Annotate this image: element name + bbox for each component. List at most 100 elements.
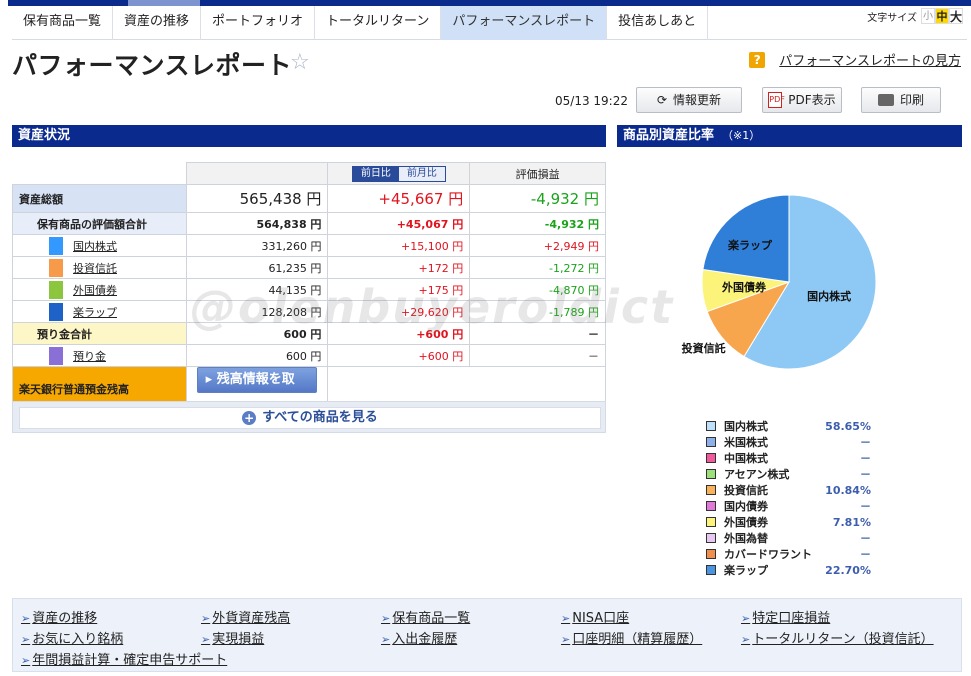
refresh-icon: ⟳ [656,93,668,107]
update-timestamp: 05/13 19:22 [555,94,628,108]
tab-portfolio[interactable]: ポートフォリオ [201,6,316,40]
legend-item: 楽ラップ 22.70% [706,562,871,578]
tab-fund-history[interactable]: 投信あしあと [607,6,709,40]
legend-value: 10.84% [825,483,871,497]
legend-swatch [706,453,716,463]
link-foreign-assets[interactable]: ➢ 外貨資産残高 [201,607,290,626]
item-value: 128,208 円 [185,300,329,323]
pie-label-investment-trust: 投資信託 [681,342,726,356]
table-corner [13,163,187,185]
tab-asset-history[interactable]: 資産の推移 [113,6,202,40]
pdf-icon: PDF [768,92,785,108]
get-balance-button[interactable]: ▸ 残高情報を取得 [196,367,318,411]
item-value: 44,135 円 [185,278,329,301]
font-size-large-button[interactable]: 大 [949,8,963,24]
item-link[interactable]: 外国債券 [73,284,117,297]
item-label: 投資信託 [12,256,187,279]
font-size-medium-button[interactable]: 中 [935,8,949,24]
compare-month-button[interactable]: 前月比 [398,166,445,181]
link-favorites[interactable]: ➢ お気に入り銘柄 [21,628,123,647]
legend-name: 国内株式 [724,420,768,433]
item-swatch [49,236,63,255]
legend-item: カバードワラント － [706,546,871,562]
legend-swatch [706,485,716,495]
legend-swatch [706,501,716,511]
legend-value: － [860,468,871,481]
cash-total-label: 預り金合計 [12,322,187,345]
link-nisa[interactable]: ➢ NISA口座 [561,607,629,626]
legend-swatch [706,533,716,543]
bottom-links: ➢ 資産の推移 ➢ 外貨資産残高 ➢ 保有商品一覧 ➢ NISA口座 ➢ 特定口座損益 ➢… [12,598,962,672]
holdings-total-gain: -4,932 円 [469,212,606,235]
link-total-return-fund[interactable]: ➢ トータルリターン（投資信託） [741,628,934,647]
item-label: 国内株式 [12,234,187,257]
item-change: +175 円 [327,278,471,301]
value-header [185,162,329,185]
legend-name: アセアン株式 [724,468,790,481]
legend-name: 投資信託 [724,484,768,497]
legend-item: 外国債券 7.81% [706,514,871,530]
pie-label-foreign-bond: 外国債券 [722,280,767,294]
link-deposit-history[interactable]: ➢ 入出金履歴 [381,628,457,647]
holdings-total-change: +45,067 円 [327,212,471,235]
refresh-button[interactable]: ⟳ 情報更新 [636,87,742,113]
item-change: +600 円 [327,344,471,367]
item-link[interactable]: 国内株式 [73,240,117,253]
link-tax-support[interactable]: ➢ 年間損益計算・確定申告サポート [21,649,227,668]
tab-performance-report[interactable]: パフォーマンスレポート [441,6,608,40]
holdings-total-value: 564,838 円 [185,212,329,235]
item-swatch [49,302,63,321]
font-size-control: 文字サイズ 小 中 大 [867,8,963,24]
item-link[interactable]: 投資信託 [73,262,117,275]
compare-day-button[interactable]: 前日比 [352,166,399,181]
legend-value: 58.65% [825,419,871,433]
tab-holdings[interactable]: 保有商品一覧 [12,6,114,40]
cash-total-gain: － [469,322,606,345]
cash-total-change: +600 円 [327,322,471,345]
pie-label-rakuwrap: 楽ラップ [727,238,772,252]
pie-svg [701,194,877,370]
asset-ratio-pie-chart: 国内株式 投資信託 外国債券 楽ラップ [617,180,962,410]
see-all-button[interactable]: + すべての商品を見る [19,407,601,429]
item-gain: － [469,344,606,367]
item-change: +15,100 円 [327,234,471,257]
favorite-star-icon[interactable]: ☆ [290,50,310,75]
legend-value: － [860,500,871,513]
eval-gain-header: 評価損益 [469,162,606,185]
link-realized-gain[interactable]: ➢ 実現損益 [201,628,264,647]
tab-total-return[interactable]: トータルリターン [315,6,442,40]
legend-name: 外国為替 [724,532,768,545]
asset-status-header: 資産状況 [12,125,606,147]
legend-value: － [860,452,871,465]
legend-item: 中国株式 － [706,450,871,466]
table-row: 投資信託 61,235 円 +172 円 -1,272 円 [12,256,606,279]
legend-swatch [706,437,716,447]
font-size-label: 文字サイズ [867,12,917,24]
legend-swatch [706,517,716,527]
item-value: 331,260 円 [185,234,329,257]
holdings-total-label: 保有商品の評価額合計 [12,212,187,235]
link-specific-account[interactable]: ➢ 特定口座損益 [741,607,830,626]
item-gain: +2,949 円 [469,234,606,257]
item-link[interactable]: 楽ラップ [73,306,117,319]
pie-label-domestic-stock: 国内株式 [807,289,852,303]
see-all-bar: + すべての商品を見る [12,401,606,433]
pdf-button[interactable]: PDF PDF表示 [762,87,842,113]
item-swatch [49,346,63,365]
help-area: ? パフォーマンスレポートの見方 [749,50,961,69]
print-button[interactable]: 印刷 [861,87,941,113]
link-account-statement[interactable]: ➢ 口座明細（精算履歴） [561,628,702,647]
item-value: 600 円 [185,344,329,367]
table-row: 保有商品の評価額合計 564,838 円 +45,067 円 -4,932 円 [12,212,606,235]
item-link[interactable]: 預り金 [73,350,106,363]
legend-value: － [860,548,871,561]
legend-name: 外国債券 [724,516,768,529]
table-row: 楽ラップ 128,208 円 +29,620 円 -1,789 円 [12,300,606,323]
link-holdings[interactable]: ➢ 保有商品一覧 [381,607,470,626]
link-asset-history[interactable]: ➢ 資産の推移 [21,607,97,626]
top-accent-gap [0,0,8,6]
help-link[interactable]: パフォーマンスレポートの見方 [779,50,961,69]
pie-legend: 国内株式 58.65% 米国株式－中国株式－アセアン株式－投資信託 10.84% 国内債… [706,418,871,578]
table-row: 資産総額 565,438 円 +45,667 円 -4,932 円 [12,184,606,213]
font-size-small-button[interactable]: 小 [921,8,935,24]
